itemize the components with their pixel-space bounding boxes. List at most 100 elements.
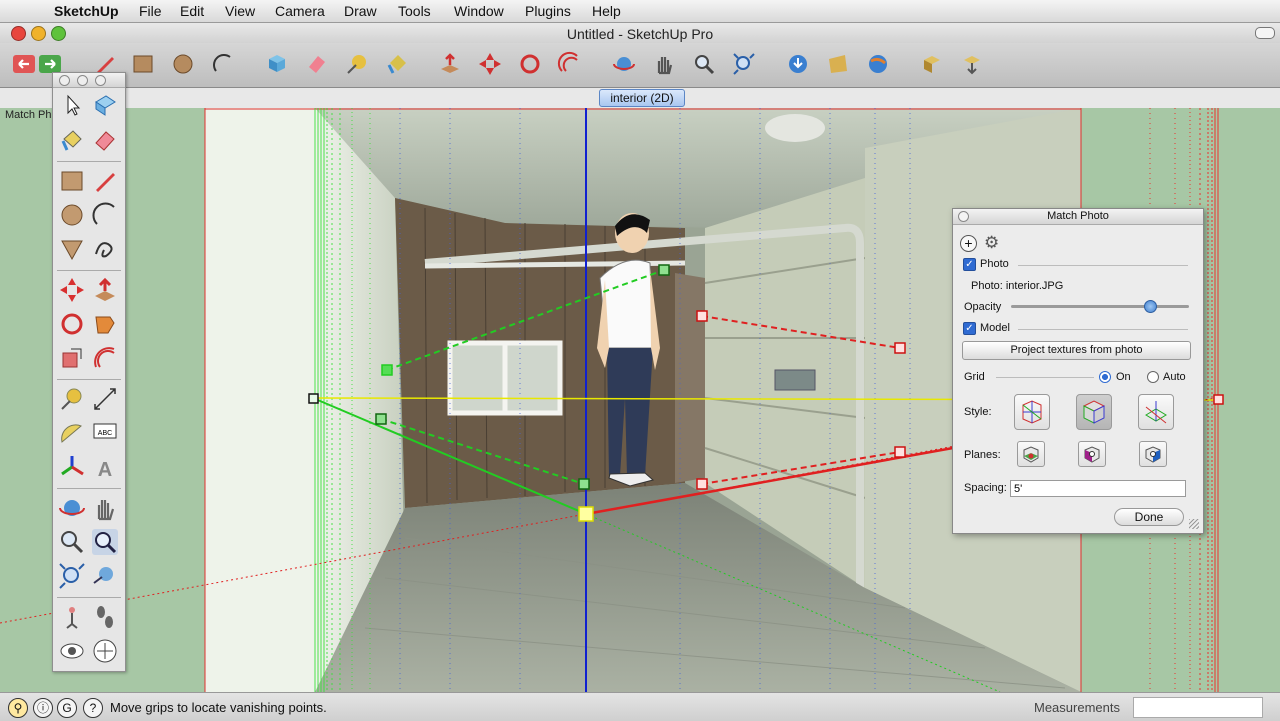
google-earth-icon[interactable]	[865, 51, 891, 77]
menu-camera[interactable]: Camera	[275, 3, 325, 19]
photo-filename: Photo: interior.JPG	[971, 280, 1064, 292]
move-icon[interactable]	[57, 275, 87, 305]
spacing-input[interactable]	[1010, 480, 1186, 497]
circle-icon[interactable]	[170, 51, 196, 77]
palette-zoom-button[interactable]	[95, 75, 106, 86]
menu-draw[interactable]: Draw	[344, 3, 377, 19]
style-above-icon[interactable]	[1076, 394, 1112, 430]
style-outside-icon[interactable]	[1138, 394, 1174, 430]
arc-icon[interactable]	[210, 51, 236, 77]
dimension-icon[interactable]	[90, 384, 120, 414]
components-icon[interactable]	[919, 51, 945, 77]
move-icon[interactable]	[477, 51, 503, 77]
menu-edit[interactable]: Edit	[180, 3, 204, 19]
protractor-icon[interactable]	[57, 418, 87, 448]
settings-gear-icon[interactable]: ⚙	[984, 234, 999, 251]
arc-icon[interactable]	[90, 200, 120, 230]
3d-text-icon[interactable]: A	[90, 452, 120, 482]
palette-close-button[interactable]	[59, 75, 70, 86]
match-photo-close-button[interactable]	[958, 211, 969, 222]
follow-me-icon[interactable]	[90, 309, 120, 339]
palette-minimize-button[interactable]	[77, 75, 88, 86]
circle-icon[interactable]	[57, 200, 87, 230]
project-textures-button[interactable]: Project textures from photo	[962, 341, 1191, 360]
menu-file[interactable]: File	[139, 3, 162, 19]
match-photo-title: Match Photo	[1047, 210, 1109, 222]
polygon-icon[interactable]	[57, 234, 87, 264]
model-checkbox[interactable]: ✓	[963, 322, 976, 335]
tape-icon[interactable]	[344, 51, 370, 77]
share-component-icon[interactable]	[959, 51, 985, 77]
zoom-window-icon[interactable]	[90, 527, 120, 557]
match-photo-titlebar[interactable]: Match Photo	[953, 209, 1203, 225]
zoom-icon[interactable]	[57, 527, 87, 557]
line-icon[interactable]	[90, 166, 120, 196]
rectangle-icon[interactable]	[130, 51, 156, 77]
undo-icon[interactable]	[11, 51, 37, 77]
offset-icon[interactable]	[90, 343, 120, 373]
toolbar-toggle-button[interactable]	[1255, 27, 1275, 39]
menu-window[interactable]: Window	[454, 3, 504, 19]
eraser-icon[interactable]	[304, 51, 330, 77]
grid-auto-radio[interactable]	[1147, 371, 1159, 383]
scale-icon[interactable]	[57, 343, 87, 373]
menu-plugins[interactable]: Plugins	[525, 3, 571, 19]
menu-tools[interactable]: Tools	[398, 3, 431, 19]
menu-view[interactable]: View	[225, 3, 255, 19]
pan-icon[interactable]	[90, 493, 120, 523]
position-camera-icon[interactable]	[57, 602, 87, 632]
scene-tab-interior[interactable]: interior (2D)	[599, 89, 685, 107]
planes-label: Planes:	[964, 449, 1001, 461]
style-inside-icon[interactable]	[1014, 394, 1050, 430]
plane-ground-icon[interactable]	[1017, 441, 1045, 467]
plane-right-icon[interactable]	[1139, 441, 1167, 467]
axes-icon[interactable]	[57, 452, 87, 482]
select-icon[interactable]	[264, 51, 290, 77]
grid-on-radio[interactable]	[1099, 371, 1111, 383]
sign-in-icon[interactable]: G	[57, 698, 77, 718]
photo-checkbox[interactable]: ✓	[963, 258, 976, 271]
menu-app-name[interactable]: SketchUp	[54, 3, 119, 19]
plane-left-icon[interactable]	[1078, 441, 1106, 467]
menu-help[interactable]: Help	[592, 3, 621, 19]
menu-bar: SketchUp File Edit View Camera Draw Tool…	[0, 0, 1280, 23]
text-icon[interactable]: ABC	[90, 418, 120, 448]
orbit-icon[interactable]	[57, 493, 87, 523]
orbit-icon[interactable]	[611, 51, 637, 77]
section-plane-icon[interactable]	[90, 636, 120, 666]
share-model-icon[interactable]	[825, 51, 851, 77]
geolocation-icon[interactable]: ⚲	[8, 698, 28, 718]
previous-view-icon[interactable]	[90, 561, 120, 591]
offset-icon[interactable]	[557, 51, 583, 77]
paint-icon[interactable]	[384, 51, 410, 77]
add-photo-icon[interactable]: +	[960, 235, 977, 252]
rectangle-icon[interactable]	[57, 166, 87, 196]
photo-section-label: Photo	[980, 258, 1009, 270]
measurements-input[interactable]	[1133, 697, 1263, 718]
component-icon[interactable]	[90, 90, 120, 120]
rotate-icon[interactable]	[517, 51, 543, 77]
eraser-icon[interactable]	[90, 125, 120, 155]
pan-icon[interactable]	[651, 51, 677, 77]
zoom-icon[interactable]	[691, 51, 717, 77]
push-pull-icon[interactable]	[90, 275, 120, 305]
paint-bucket-icon[interactable]	[57, 125, 87, 155]
done-button[interactable]: Done	[1114, 508, 1184, 526]
walk-icon[interactable]	[90, 602, 120, 632]
zoom-extents-icon[interactable]	[57, 561, 87, 591]
opacity-label: Opacity	[964, 301, 1002, 313]
instructor-help-icon[interactable]: ?	[83, 698, 103, 718]
select-icon[interactable]	[57, 90, 87, 120]
look-around-icon[interactable]	[57, 636, 87, 666]
opacity-slider-track[interactable]	[1011, 305, 1189, 308]
get-models-icon[interactable]	[785, 51, 811, 77]
opacity-slider-thumb[interactable]	[1143, 300, 1157, 313]
freehand-icon[interactable]	[90, 234, 120, 264]
zoom-extents-icon[interactable]	[731, 51, 757, 77]
rotate-icon[interactable]	[57, 309, 87, 339]
palette-titlebar[interactable]	[53, 73, 125, 88]
resize-handle[interactable]	[1189, 519, 1199, 529]
push-pull-icon[interactable]	[437, 51, 463, 77]
credits-icon[interactable]: ⓘ	[33, 698, 53, 718]
tape-measure-icon[interactable]	[57, 384, 87, 414]
